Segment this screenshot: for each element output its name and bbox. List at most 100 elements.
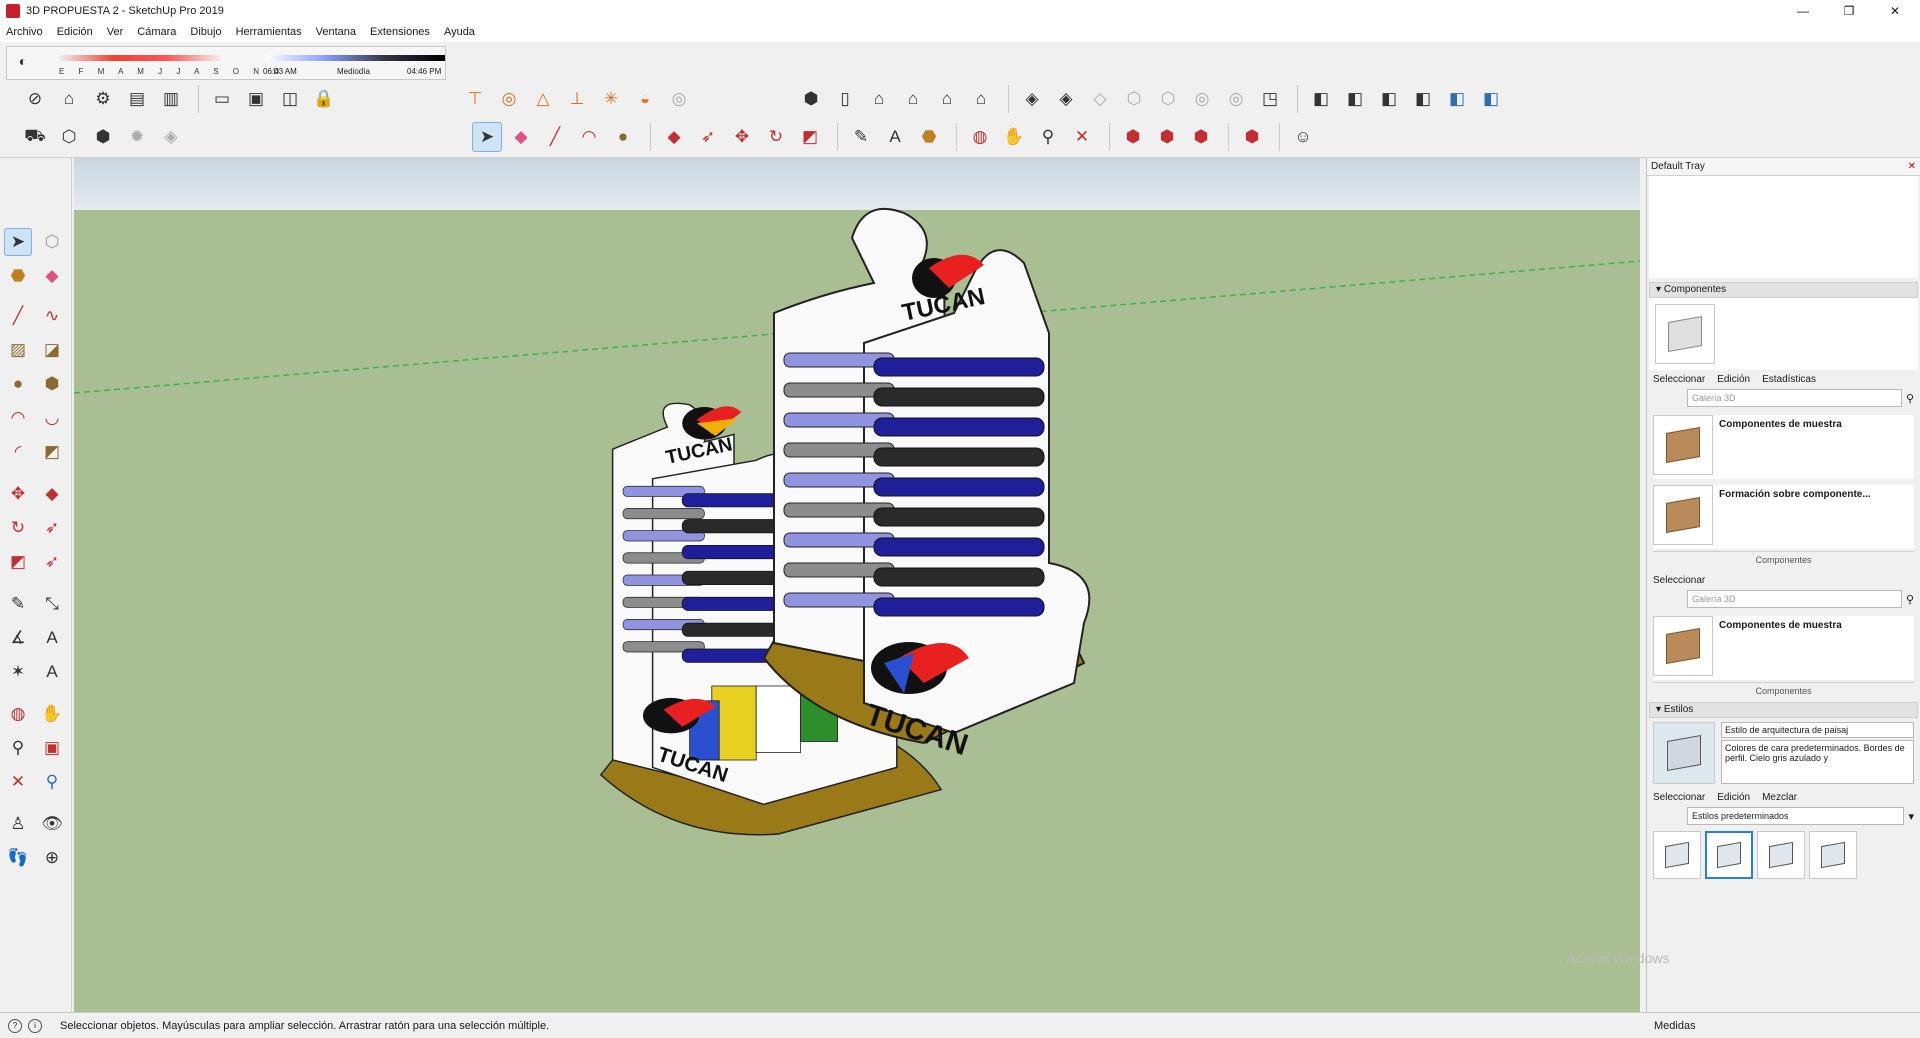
search-icon[interactable]: ⚲ (1906, 392, 1914, 405)
dimension-icon[interactable]: ⤡ (38, 590, 66, 618)
styles-dropdown[interactable]: Estilos predeterminados (1687, 807, 1905, 825)
scale-icon[interactable]: ◩ (4, 548, 32, 576)
xray-icon[interactable]: ◧ (1306, 84, 1336, 114)
time-slider[interactable] (265, 55, 445, 61)
minimize-button[interactable]: — (1780, 0, 1826, 22)
view-right-icon[interactable]: ⌂ (898, 84, 928, 114)
zoom-icon[interactable]: ⚲ (1033, 122, 1063, 152)
date-slider[interactable] (59, 55, 221, 61)
restore-button[interactable]: ❐ (1826, 0, 1872, 22)
zoom-extents-left-icon[interactable]: ✕ (4, 768, 32, 796)
style-thumb[interactable] (1653, 831, 1701, 879)
make-component-icon-left[interactable]: ⬡ (38, 228, 66, 256)
search-icon[interactable]: ⚲ (1906, 593, 1914, 606)
make-component-icon[interactable]: ⬡ (54, 122, 84, 152)
two-point-arc-icon[interactable]: ◡ (38, 404, 66, 432)
tab-seleccionar[interactable]: Seleccionar (1653, 374, 1705, 385)
follow-me-left-icon[interactable]: ➶ (38, 514, 66, 542)
previous-view-icon[interactable]: ⚲ (38, 768, 66, 796)
move-icon[interactable]: ✥ (4, 480, 32, 508)
offset-icon[interactable]: ➶ (38, 548, 66, 576)
list-item[interactable]: Formación sobre componente... (1653, 485, 1914, 549)
menu-herramientas[interactable]: Herramientas (236, 26, 302, 38)
style-thumb[interactable] (1757, 831, 1805, 879)
solid-tools-icon[interactable]: ◳ (1255, 84, 1285, 114)
menu-edicion[interactable]: Edición (57, 26, 93, 38)
shaded-icon[interactable]: ◧ (1442, 84, 1472, 114)
view-front-icon[interactable]: ⌂ (864, 84, 894, 114)
polygon-icon[interactable]: ⬢ (38, 370, 66, 398)
position-camera-icon[interactable]: ⛟ (20, 122, 50, 152)
text-icon[interactable]: A (38, 624, 66, 652)
styles-tab-seleccionar[interactable]: Seleccionar (1653, 792, 1705, 803)
add-detail-icon[interactable]: ◒ (630, 84, 660, 114)
flip-edge-icon[interactable]: ◎ (664, 84, 694, 114)
protractor-icon[interactable]: ∡ (4, 624, 32, 652)
style-name-field[interactable]: Estilo de arquitectura de paisaj (1721, 722, 1914, 738)
zoom-left-icon[interactable]: ⚲ (4, 734, 32, 762)
orbit-left-icon[interactable]: ◍ (4, 700, 32, 728)
push-pull-left-icon[interactable]: ◆ (38, 480, 66, 508)
warehouse-icon[interactable]: ⌂ (54, 84, 84, 114)
solid-outer-icon[interactable]: ⬡ (1153, 84, 1183, 114)
tab-edicion[interactable]: Edición (1717, 374, 1750, 385)
sandbox-contours-icon[interactable]: ⊤ (460, 84, 490, 114)
section-icon[interactable]: ▭ (207, 84, 237, 114)
back-edges-icon[interactable]: ◧ (1340, 84, 1370, 114)
section-plane-icon[interactable]: ⊕ (38, 844, 66, 872)
paint-disabled-icon[interactable]: ◈ (156, 122, 186, 152)
shape-tool-icon[interactable]: ● (608, 122, 638, 152)
section-display-icon[interactable]: ▣ (241, 84, 271, 114)
menu-ayuda[interactable]: Ayuda (444, 26, 475, 38)
shadows-toggle-icon[interactable]: ◐ (11, 49, 35, 73)
solid-shell-icon[interactable]: ◎ (1221, 84, 1251, 114)
view-left-icon[interactable]: ⌂ (966, 84, 996, 114)
rotated-rectangle-icon[interactable]: ◪ (38, 336, 66, 364)
list-item[interactable]: Componentes de muestra (1653, 415, 1914, 479)
pan-icon[interactable]: ✋ (999, 122, 1029, 152)
scale-tool-icon[interactable]: ◩ (795, 122, 825, 152)
paint-icon[interactable]: ⬣ (4, 262, 32, 290)
extension-icon[interactable]: ⬢ (1237, 122, 1267, 152)
wireframe-icon[interactable]: ◧ (1374, 84, 1404, 114)
eraser-icon[interactable]: ◆ (38, 262, 66, 290)
select-search-input[interactable]: Galería 3D (1687, 590, 1902, 608)
follow-me-icon[interactable]: ➶ (693, 122, 723, 152)
extension-warehouse-icon[interactable]: ⚙ (88, 84, 118, 114)
push-pull-icon[interactable]: ◆ (659, 122, 689, 152)
warehouse-red-icon[interactable]: ⬢ (1118, 122, 1148, 152)
solid-trim-icon[interactable]: ◇ (1085, 84, 1115, 114)
pan-left-icon[interactable]: ✋ (38, 700, 66, 728)
close-button[interactable]: ✕ (1872, 0, 1918, 22)
circle-icon[interactable]: ● (4, 370, 32, 398)
components-panel-header[interactable]: ▾ Componentes (1649, 282, 1918, 298)
select-tool-icon[interactable]: ➤ (472, 122, 502, 152)
styles-panel-header[interactable]: ▾ Estilos (1649, 702, 1918, 718)
look-around-icon[interactable]: 👁 (38, 810, 66, 838)
orbit-icon[interactable]: ◍ (965, 122, 995, 152)
tab-estadisticas[interactable]: Estadísticas (1762, 374, 1816, 385)
three-point-arc-icon[interactable]: ◜ (4, 438, 32, 466)
rotate-tool-icon[interactable]: ↻ (761, 122, 791, 152)
section-cuts-icon[interactable]: ◫ (275, 84, 305, 114)
solid-subtract-icon[interactable]: ◈ (1051, 84, 1081, 114)
stamp-icon[interactable]: ⊥ (562, 84, 592, 114)
freehand-icon[interactable]: ∿ (38, 302, 66, 330)
style-thumb[interactable] (1809, 831, 1857, 879)
style-description-field[interactable]: Colores de cara predeterminados. Bordes … (1721, 740, 1914, 784)
menu-ver[interactable]: Ver (107, 26, 124, 38)
arc-icon[interactable]: ◠ (4, 404, 32, 432)
account-icon[interactable]: ☺ (1288, 122, 1318, 152)
select-icon[interactable]: ➤ (4, 228, 32, 256)
rectangle-icon[interactable]: ▨ (4, 336, 32, 364)
smoove-icon[interactable]: △ (528, 84, 558, 114)
menu-archivo[interactable]: Archivo (6, 26, 43, 38)
component-icon[interactable]: ⬢ (88, 122, 118, 152)
list-item[interactable]: Componentes de muestra (1653, 616, 1914, 680)
move-tool-icon[interactable]: ✥ (727, 122, 757, 152)
hidden-line-icon[interactable]: ◧ (1408, 84, 1438, 114)
solid-split-icon[interactable]: ⬡ (1119, 84, 1149, 114)
share-model-icon[interactable]: ⬢ (1152, 122, 1182, 152)
position-camera-left-icon[interactable]: ♙ (4, 810, 32, 838)
zoom-window-icon[interactable]: ▣ (38, 734, 66, 762)
